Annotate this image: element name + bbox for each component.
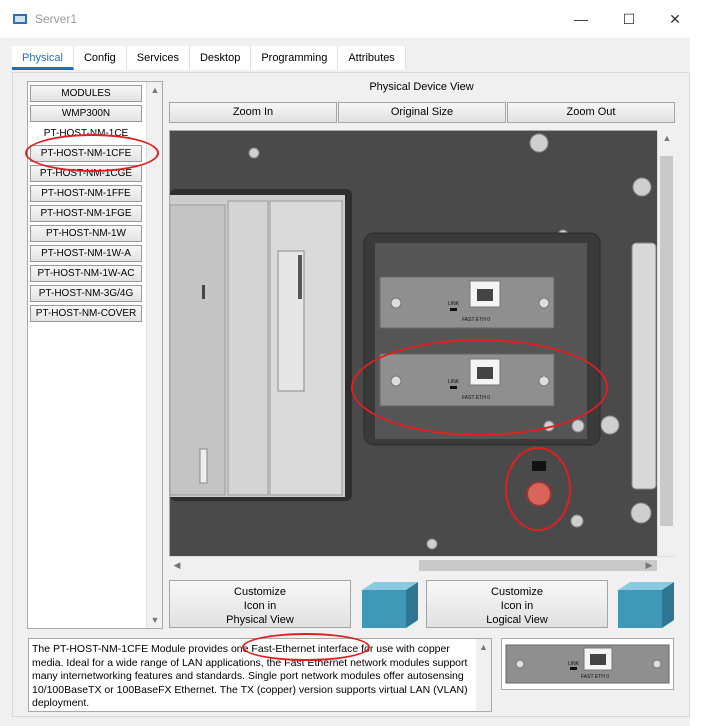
customize-line: Icon in: [500, 600, 534, 612]
port-label: FAST ETH 0: [581, 674, 609, 680]
zoom-in-button[interactable]: Zoom In: [169, 102, 337, 123]
module-item[interactable]: PT-HOST-NM-1FFE: [30, 185, 142, 202]
tab-bar: Physical Config Services Desktop Program…: [12, 46, 406, 70]
module-slot-1[interactable]: LINK FAST ETH 0: [379, 353, 555, 407]
module-item[interactable]: PT-HOST-NM-COVER: [30, 305, 142, 322]
customize-line: Customize: [491, 586, 543, 598]
physical-device-viewport[interactable]: LINK FAST ETH 0 LINK FAST ETH 0: [169, 130, 675, 573]
module-thumbnail: LINK FAST ETH 0: [501, 638, 674, 690]
description-scrollbar[interactable]: ▲: [476, 639, 491, 711]
customize-line: Customize: [234, 586, 286, 598]
port-label: FAST ETH 0: [462, 317, 490, 323]
scroll-thumb[interactable]: [660, 156, 673, 526]
tab-desktop[interactable]: Desktop: [189, 46, 252, 70]
port-link-label: LINK: [448, 301, 460, 307]
module-item[interactable]: WMP300N: [30, 105, 142, 122]
module-item[interactable]: PT-HOST-NM-1W: [30, 225, 142, 242]
customize-logical-icon-button[interactable]: Customize Icon in Logical View: [426, 580, 608, 628]
module-slot-0[interactable]: LINK FAST ETH 0: [379, 276, 555, 329]
tab-physical[interactable]: Physical: [12, 46, 74, 70]
zoom-out-button[interactable]: Zoom Out: [507, 102, 675, 123]
physical-icon-preview: [362, 582, 418, 628]
modules-scrollbar[interactable]: ▲ ▼: [146, 82, 162, 628]
app-icon: [13, 14, 27, 24]
viewport-vertical-scrollbar[interactable]: ▲: [657, 130, 675, 556]
scroll-thumb[interactable]: [419, 560, 657, 571]
minimize-button[interactable]: —: [558, 6, 604, 32]
logical-icon-preview: [618, 582, 674, 628]
customize-line: Logical View: [486, 614, 548, 626]
module-thumbnail-image: LINK FAST ETH 0: [505, 644, 670, 684]
port-label: FAST ETH 0: [462, 395, 490, 401]
server-window: Server1 — ☐ ✕ Physical Config Services D…: [0, 0, 702, 726]
module-item[interactable]: PT-HOST-NM-1CE: [30, 125, 142, 142]
tab-config[interactable]: Config: [73, 46, 127, 70]
module-item[interactable]: PT-HOST-NM-1W-AC: [30, 265, 142, 282]
title-bar: Server1 — ☐ ✕: [0, 0, 702, 38]
scroll-up-icon[interactable]: ▲: [147, 82, 163, 98]
tab-programming[interactable]: Programming: [251, 46, 339, 70]
module-item[interactable]: PT-HOST-NM-1CGE: [30, 165, 142, 182]
customize-line: Physical View: [226, 614, 294, 626]
maximize-button[interactable]: ☐: [606, 6, 652, 32]
module-item[interactable]: PT-HOST-NM-3G/4G: [30, 285, 142, 302]
port-link-label: LINK: [568, 661, 580, 667]
scroll-left-icon[interactable]: ◀: [169, 557, 185, 573]
scroll-down-icon[interactable]: ▼: [147, 612, 163, 628]
customize-line: Icon in: [243, 600, 277, 612]
modules-list: MODULES WMP300N PT-HOST-NM-1CE PT-HOST-N…: [27, 81, 163, 629]
window-title: Server1: [35, 12, 78, 26]
tab-attributes[interactable]: Attributes: [338, 46, 406, 70]
scroll-up-icon[interactable]: ▲: [476, 639, 491, 655]
power-button[interactable]: [526, 481, 552, 507]
module-item[interactable]: PT-HOST-NM-1CFE: [30, 145, 142, 162]
power-indicator: [532, 461, 546, 471]
physical-device-view-title: Physical Device View: [369, 81, 474, 93]
module-description: The PT-HOST-NM-1CFE Module provides one …: [28, 638, 492, 712]
tab-services[interactable]: Services: [126, 46, 190, 70]
customize-physical-icon-button[interactable]: Customize Icon in Physical View: [169, 580, 351, 628]
scroll-up-icon[interactable]: ▲: [659, 130, 675, 146]
port-link-label: LINK: [448, 379, 460, 385]
viewport-horizontal-scrollbar[interactable]: ◀ ▶: [169, 556, 675, 573]
module-item[interactable]: PT-HOST-NM-1W-A: [30, 245, 142, 262]
server-chassis-image: LINK FAST ETH 0 LINK FAST ETH 0: [170, 131, 674, 572]
background-window-edge: [690, 0, 702, 726]
module-item[interactable]: PT-HOST-NM-1FGE: [30, 205, 142, 222]
original-size-button[interactable]: Original Size: [338, 102, 506, 123]
scroll-right-icon[interactable]: ▶: [641, 557, 657, 573]
modules-header: MODULES: [30, 85, 142, 102]
